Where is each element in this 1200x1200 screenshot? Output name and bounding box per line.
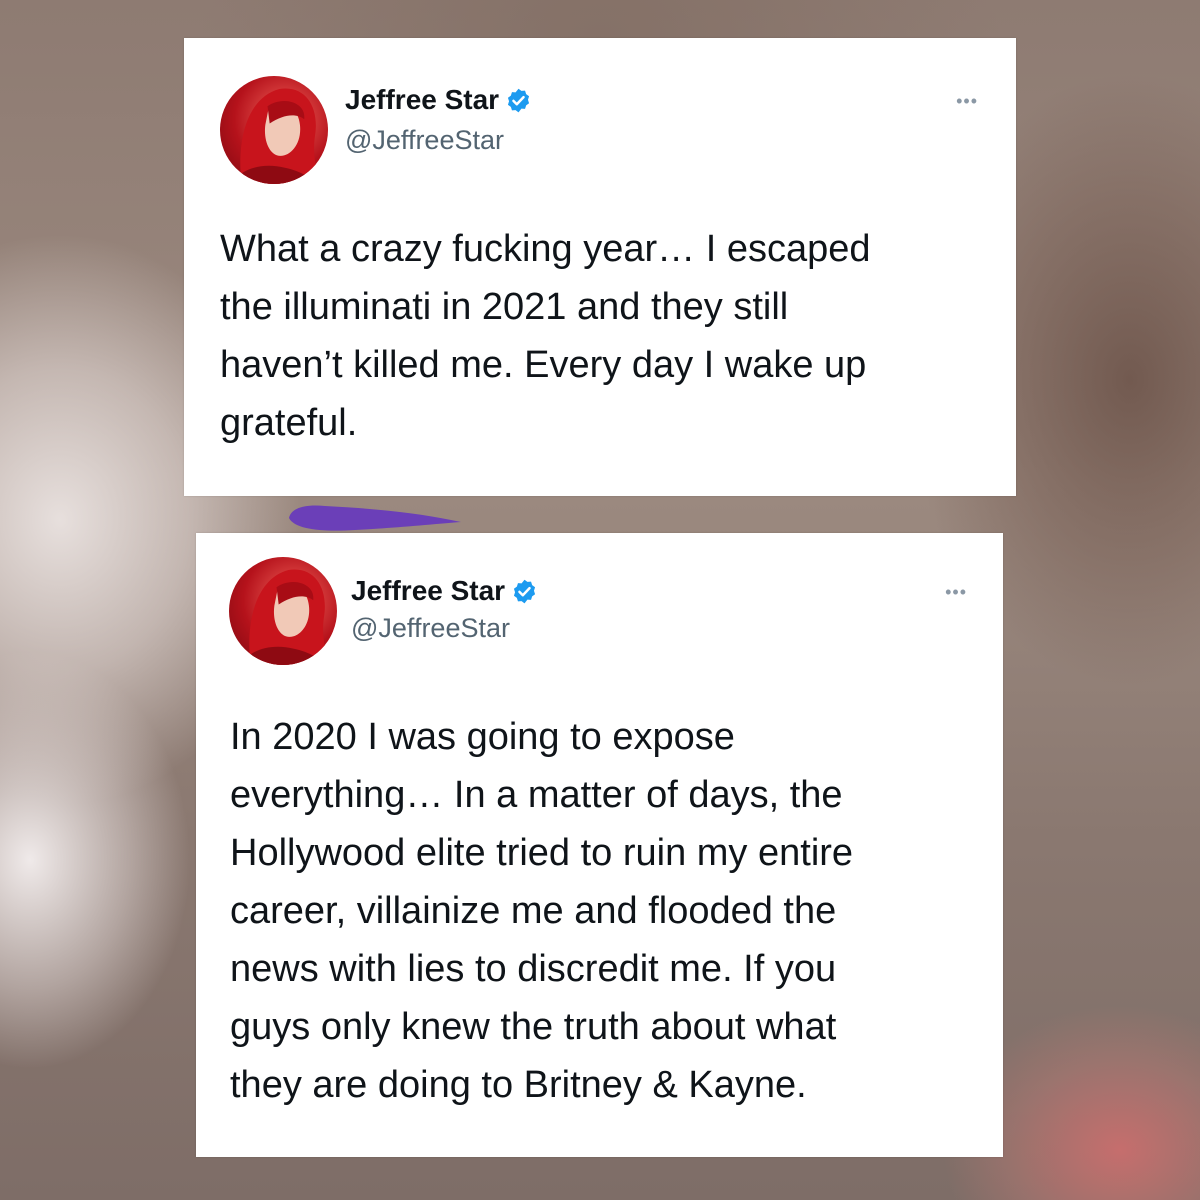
tweet-text: What a crazy fucking year… I escaped the… (220, 228, 871, 444)
purple-marker-stroke (285, 500, 465, 536)
author-row: Jeffree Star (351, 575, 538, 607)
avatar[interactable] (229, 557, 337, 665)
tweet-card[interactable]: Jeffree Star @JeffreeStar ••• What a cra… (184, 38, 1016, 496)
author-handle[interactable]: @JeffreeStar (351, 613, 510, 644)
more-options-icon[interactable]: ••• (945, 583, 967, 601)
author-name[interactable]: Jeffree Star (345, 84, 499, 116)
more-options-icon[interactable]: ••• (956, 92, 978, 110)
avatar[interactable] (220, 76, 328, 184)
author-row: Jeffree Star (345, 84, 532, 116)
verified-badge-icon (511, 578, 538, 605)
author-handle[interactable]: @JeffreeStar (345, 125, 504, 156)
tweet-card[interactable]: Jeffree Star @JeffreeStar ••• In 2020 I … (196, 533, 1003, 1157)
verified-badge-icon (505, 87, 532, 114)
author-name[interactable]: Jeffree Star (351, 575, 505, 607)
tweet-text: In 2020 I was going to expose everything… (230, 716, 854, 1106)
